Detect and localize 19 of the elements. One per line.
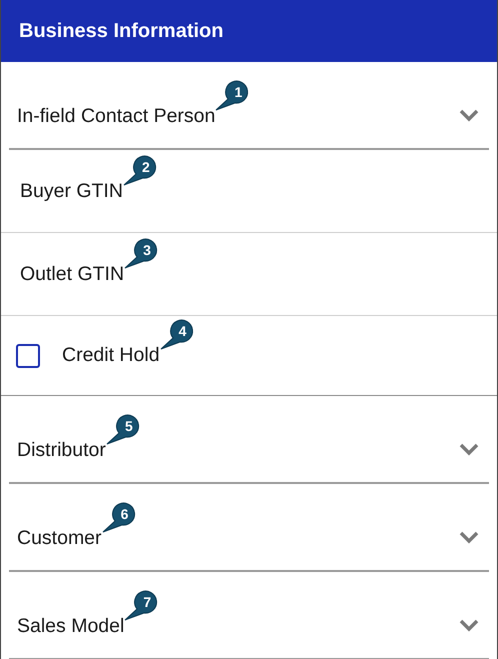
chevron-down-icon[interactable] — [459, 618, 479, 632]
callout-badge: 4 — [160, 318, 194, 350]
dropdown-field[interactable]: Customer 6 — [1, 484, 497, 572]
dropdown-field[interactable]: In-field Contact Person 1 — [1, 62, 497, 150]
header-title: Business Information — [19, 20, 224, 42]
dropdown-field[interactable]: Distributor 5 — [1, 396, 497, 484]
input-field[interactable]: Buyer GTIN 2 — [1, 150, 497, 233]
chevron-down-icon[interactable] — [459, 108, 479, 122]
callout-badge: 2 — [122, 154, 157, 186]
chevron-down-icon[interactable] — [459, 442, 479, 456]
dropdown-field[interactable]: Sales Model 7 — [1, 572, 497, 659]
callout-badge: 5 — [106, 413, 140, 445]
chevron-down-icon[interactable] — [459, 530, 479, 544]
callout-badge: 1 — [215, 79, 250, 111]
checkbox[interactable] — [16, 344, 40, 368]
callout-badge: 7 — [124, 589, 158, 621]
input-field[interactable]: Outlet GTIN 3 — [1, 233, 497, 316]
callout-badge: 3 — [124, 236, 158, 268]
callout-badge: 6 — [102, 501, 136, 533]
